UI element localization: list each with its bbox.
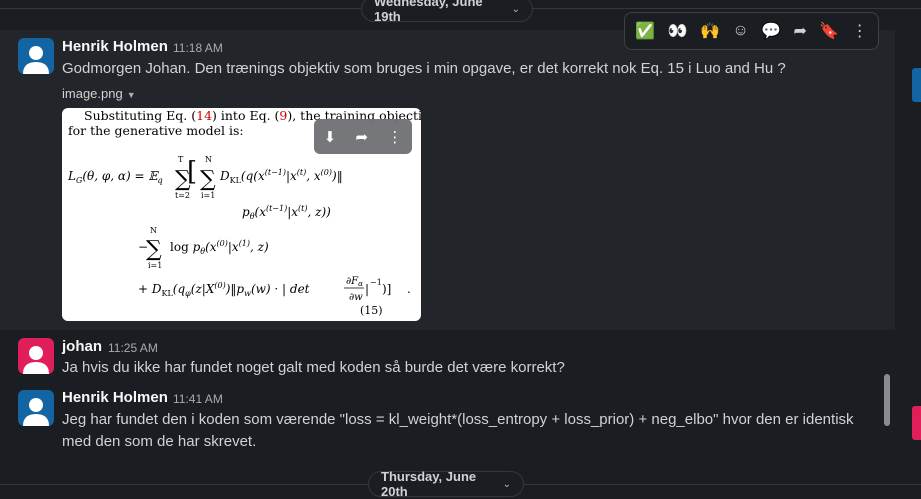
svg-text:+ DKL(qφ(z|X(0))‖pw(w) · | det: + DKL(qφ(z|X(0))‖pw(w) · | det (138, 281, 310, 298)
date-divider-top[interactable]: Wednesday, June 19th ⌄ (361, 0, 533, 24)
svg-text:∑: ∑ (146, 237, 162, 262)
date-label: Thursday, June 20th (381, 469, 477, 499)
svg-text:pθ(x(t−1)|x(t), z)): pθ(x(t−1)|x(t), z)) (242, 204, 331, 221)
raised-hands-emoji-icon[interactable]: 🙌 (700, 21, 720, 41)
attachment-filename: image.png (62, 86, 123, 101)
forward-icon[interactable]: ➦ (794, 21, 807, 41)
svg-text:|: | (365, 282, 369, 296)
check-emoji-icon[interactable]: ✅ (635, 21, 655, 41)
author-name[interactable]: Henrik Holmen (62, 389, 168, 406)
svg-text:∂Fα: ∂Fα (346, 276, 363, 288)
svg-text:i=1: i=1 (148, 261, 162, 270)
image-actions-toolbar: ⬇ ➦ ⋮ (314, 119, 412, 154)
add-reaction-icon[interactable]: ☺ (732, 22, 748, 40)
timestamp[interactable]: 11:41 AM (173, 392, 223, 406)
svg-text:∂w: ∂w (349, 292, 363, 303)
message-text: Ja hvis du ikke har fundet noget galt me… (62, 359, 565, 376)
share-icon[interactable]: ➦ (356, 128, 369, 146)
svg-text:N: N (205, 155, 212, 164)
message-text: Jeg har fundet den i koden som værende "… (62, 411, 854, 450)
timestamp[interactable]: 11:25 AM (108, 341, 158, 355)
chevron-down-icon: ⌄ (511, 3, 520, 15)
svg-text:t=2: t=2 (175, 191, 190, 200)
svg-text:N: N (150, 226, 157, 235)
chevron-down-icon: ⌄ (502, 478, 511, 490)
svg-text:for the generative model is:: for the generative model is: (68, 123, 244, 138)
bookmark-icon[interactable]: 🔖 (819, 21, 839, 41)
reply-thread-icon[interactable]: 💬 (761, 21, 781, 41)
download-icon[interactable]: ⬇ (324, 128, 337, 146)
svg-text:−1: −1 (370, 278, 382, 287)
svg-text:T: T (178, 155, 184, 164)
side-panel-edge (912, 68, 921, 102)
message-text: Godmorgen Johan. Den trænings objektiv s… (62, 60, 786, 77)
eyes-emoji-icon[interactable]: 👀 (668, 21, 688, 41)
more-actions-icon[interactable]: ⋮ (852, 21, 868, 41)
side-panel-edge (912, 406, 921, 440)
author-name[interactable]: johan (62, 338, 102, 355)
avatar[interactable] (18, 38, 54, 74)
svg-text:∑: ∑ (200, 167, 216, 192)
svg-text:)]: )] (382, 282, 391, 296)
svg-text:DKL(q(x(t−1)|x(t), x(0))‖: DKL(q(x(t−1)|x(t), x(0))‖ (219, 168, 343, 185)
avatar[interactable] (18, 390, 54, 426)
svg-text:LG(θ, φ, α) = 𝔼q: LG(θ, φ, α) = 𝔼q (67, 169, 163, 185)
more-icon[interactable]: ⋮ (387, 128, 402, 146)
author-name[interactable]: Henrik Holmen (62, 38, 168, 55)
avatar[interactable] (18, 338, 54, 374)
svg-text:(15): (15) (360, 304, 383, 317)
message-actions-toolbar: ✅ 👀 🙌 ☺ 💬 ➦ 🔖 ⋮ (624, 12, 879, 50)
timestamp[interactable]: 11:18 AM (173, 41, 223, 55)
svg-text:log pθ(x(0)|x(1), z): log pθ(x(0)|x(1), z) (170, 239, 269, 256)
date-divider-bottom[interactable]: Thursday, June 20th ⌄ (368, 469, 524, 499)
svg-text:.: . (407, 282, 411, 296)
date-label: Wednesday, June 19th (374, 0, 483, 24)
attachment-name[interactable]: image.png ▼ (62, 86, 136, 101)
caret-down-icon: ▼ (126, 90, 136, 100)
svg-text:i=1: i=1 (201, 191, 215, 200)
svg-text:∑: ∑ (175, 167, 191, 192)
scrollbar-thumb[interactable] (884, 374, 890, 426)
